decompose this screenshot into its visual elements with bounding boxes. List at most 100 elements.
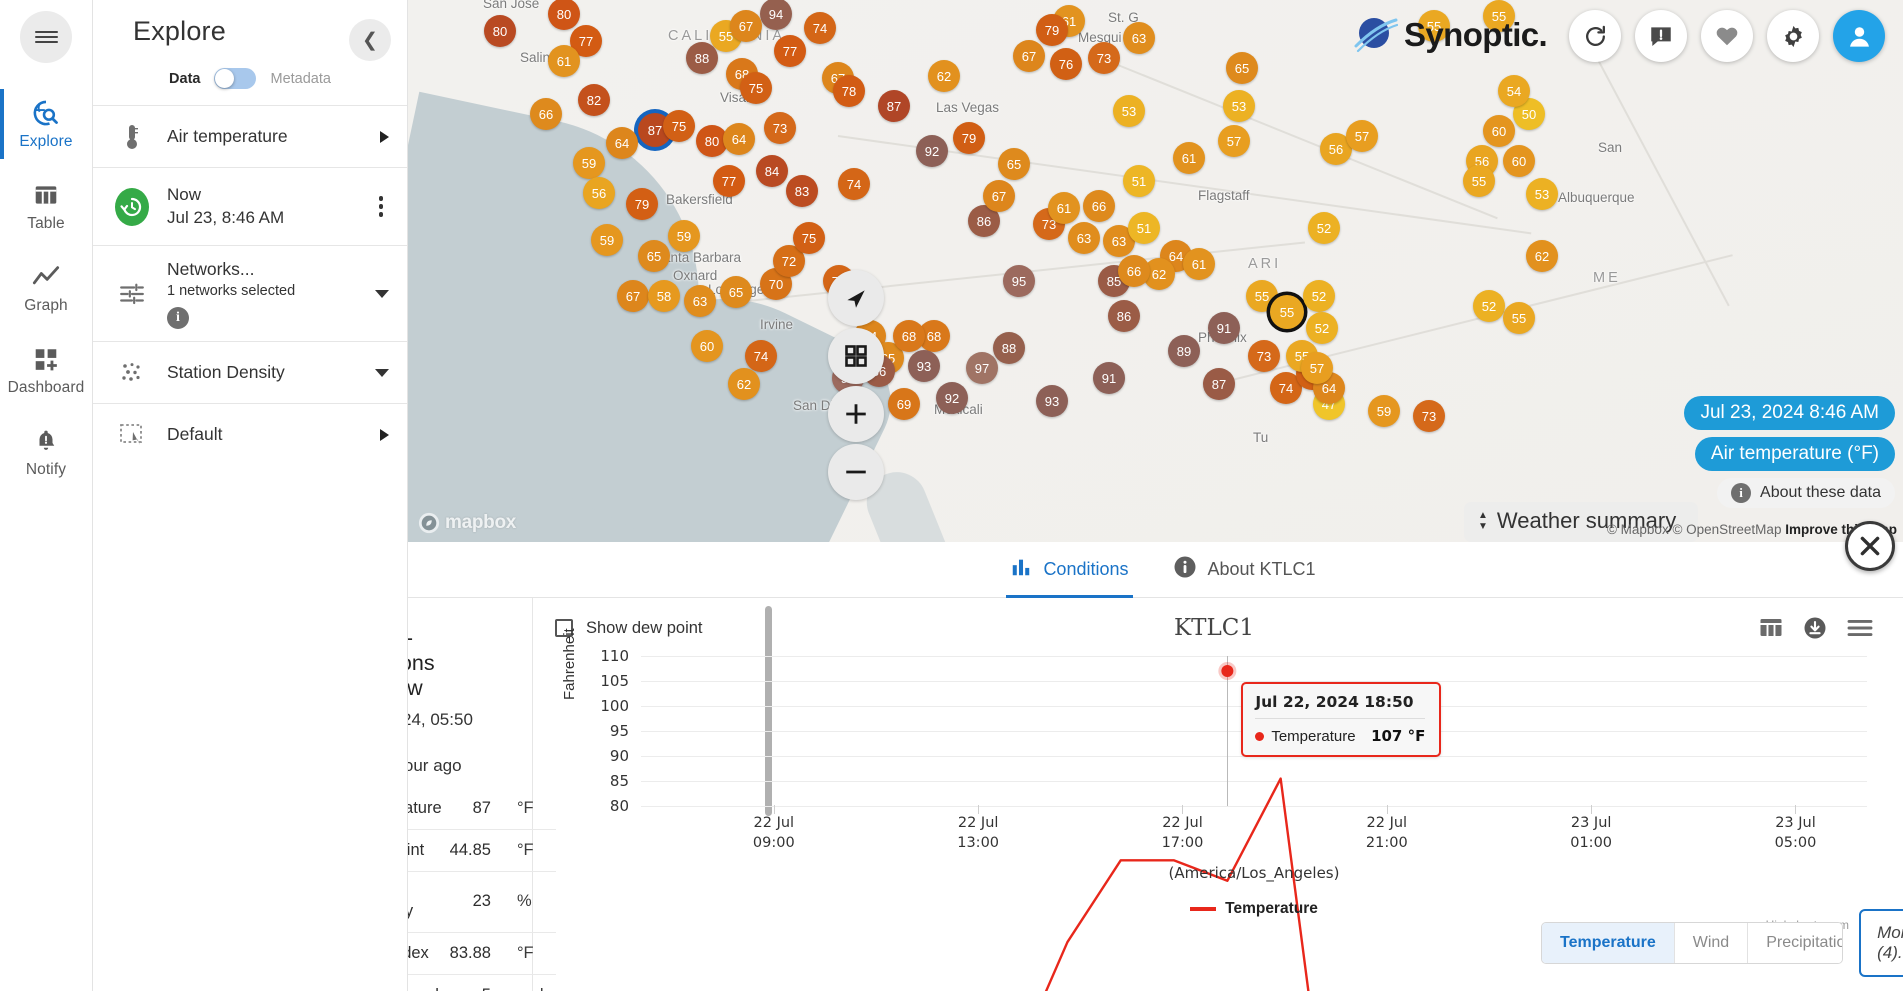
station-marker[interactable]: 69 (888, 388, 920, 420)
sidebar-item-notify[interactable]: Notify (0, 411, 92, 493)
station-marker[interactable]: 55 (1463, 165, 1495, 197)
download-icon[interactable] (1803, 616, 1827, 640)
station-marker[interactable]: 55 (1270, 295, 1304, 329)
station-marker[interactable]: 59 (668, 220, 700, 252)
param-tab-wind[interactable]: Wind (1674, 923, 1749, 963)
info-icon[interactable]: i (167, 306, 189, 329)
station-marker[interactable]: 95 (1003, 265, 1035, 297)
station-marker[interactable]: 67 (730, 10, 762, 42)
station-marker[interactable]: 65 (1226, 52, 1258, 84)
station-marker[interactable]: 88 (993, 332, 1025, 364)
station-marker[interactable]: 56 (583, 177, 615, 209)
more-parameters-button[interactable]: More (4)... (1859, 909, 1903, 977)
station-marker[interactable]: 53 (1223, 90, 1255, 122)
station-marker[interactable]: 82 (578, 84, 610, 116)
station-marker[interactable]: 60 (1483, 115, 1515, 147)
station-marker[interactable]: 63 (1123, 22, 1155, 54)
station-marker[interactable]: 73 (1248, 340, 1280, 372)
station-marker[interactable]: 75 (793, 222, 825, 254)
station-marker[interactable]: 88 (686, 42, 718, 74)
data-metadata-toggle[interactable]: Data Metadata (93, 62, 407, 105)
hamburger-menu-icon[interactable] (1847, 618, 1873, 638)
station-marker[interactable]: 57 (1346, 120, 1378, 152)
station-marker[interactable]: 73 (1088, 42, 1120, 74)
station-marker[interactable]: 93 (908, 350, 940, 382)
param-tab-temperature[interactable]: Temperature (1542, 923, 1675, 963)
feedback-icon[interactable] (1635, 10, 1687, 62)
station-marker[interactable]: 61 (1183, 248, 1215, 280)
tab-about-station[interactable]: About KTLC1 (1173, 542, 1316, 598)
sidebar-item-dashboard[interactable]: Dashboard (0, 329, 92, 411)
station-marker[interactable]: 62 (728, 368, 760, 400)
station-marker[interactable]: 66 (1118, 255, 1150, 287)
kebab-menu-icon[interactable] (373, 190, 390, 223)
station-marker[interactable]: 79 (953, 122, 985, 154)
station-marker[interactable]: 52 (1306, 312, 1338, 344)
settings-gear-icon[interactable] (1767, 10, 1819, 62)
station-marker[interactable]: 61 (1173, 142, 1205, 174)
station-marker[interactable]: 87 (1203, 368, 1235, 400)
station-marker[interactable]: 59 (591, 224, 623, 256)
sidebar-item-table[interactable]: Table (0, 165, 92, 247)
station-marker[interactable]: 64 (723, 123, 755, 155)
station-marker[interactable]: 65 (638, 240, 670, 272)
station-marker[interactable]: 93 (1036, 385, 1068, 417)
table-view-icon[interactable] (1759, 617, 1783, 639)
station-marker[interactable]: 77 (713, 165, 745, 197)
station-marker[interactable]: 63 (684, 285, 716, 317)
station-marker[interactable]: 92 (936, 382, 968, 414)
variable-badge[interactable]: Air temperature (°F) (1694, 437, 1895, 471)
station-marker[interactable]: 67 (983, 180, 1015, 212)
station-marker[interactable]: 67 (1013, 40, 1045, 72)
station-marker[interactable]: 79 (626, 188, 658, 220)
row-networks[interactable]: Networks... 1 networks selected i (93, 245, 407, 341)
station-marker[interactable]: 84 (756, 155, 788, 187)
station-marker[interactable]: 58 (648, 280, 680, 312)
station-marker[interactable]: 59 (573, 147, 605, 179)
zoom-in-icon[interactable] (828, 386, 884, 442)
station-marker[interactable]: 51 (1128, 212, 1160, 244)
station-marker[interactable]: 75 (663, 110, 695, 142)
station-marker[interactable]: 52 (1473, 290, 1505, 322)
station-marker[interactable]: 76 (1050, 48, 1082, 80)
station-marker[interactable]: 74 (838, 168, 870, 200)
row-default-selection[interactable]: Default (93, 403, 407, 465)
grid-layers-icon[interactable] (828, 328, 884, 384)
row-time-now[interactable]: Now Jul 23, 8:46 AM (93, 167, 407, 245)
station-marker[interactable]: 87 (878, 90, 910, 122)
favorites-heart-icon[interactable] (1701, 10, 1753, 62)
station-marker[interactable]: 52 (1308, 212, 1340, 244)
station-marker[interactable]: 66 (530, 98, 562, 130)
chevron-down-icon[interactable] (375, 289, 389, 298)
station-marker[interactable]: 78 (833, 75, 865, 107)
about-data-badge[interactable]: i About these data (1717, 478, 1895, 508)
station-marker[interactable]: 89 (1168, 335, 1200, 367)
station-marker[interactable]: 68 (893, 320, 925, 352)
station-marker[interactable]: 53 (1526, 178, 1558, 210)
station-marker[interactable]: 74 (745, 340, 777, 372)
station-marker[interactable]: 57 (1218, 125, 1250, 157)
param-tab-precipitation[interactable]: Precipitation (1748, 923, 1843, 963)
station-marker[interactable]: 64 (606, 127, 638, 159)
station-marker[interactable]: 62 (1526, 240, 1558, 272)
station-marker[interactable]: 52 (1303, 280, 1335, 312)
refresh-icon[interactable] (1569, 10, 1621, 62)
station-marker[interactable]: 57 (1301, 352, 1333, 384)
station-marker[interactable]: 65 (720, 276, 752, 308)
close-x-icon[interactable] (1845, 521, 1895, 571)
station-marker[interactable]: 63 (1068, 222, 1100, 254)
tab-conditions[interactable]: Conditions (1006, 542, 1133, 598)
station-marker[interactable]: 60 (1503, 145, 1535, 177)
hamburger-menu-button[interactable] (20, 11, 72, 63)
sidebar-item-explore[interactable]: Explore (0, 83, 92, 165)
station-marker[interactable]: 60 (691, 330, 723, 362)
station-marker[interactable]: 61 (548, 45, 580, 77)
station-marker[interactable]: 59 (1368, 395, 1400, 427)
row-air-temperature[interactable]: Air temperature (93, 105, 407, 167)
station-marker[interactable]: 61 (1048, 192, 1080, 224)
station-marker[interactable]: 91 (1093, 362, 1125, 394)
station-marker[interactable]: 53 (1113, 95, 1145, 127)
station-marker[interactable]: 73 (1413, 400, 1445, 432)
station-marker[interactable]: 73 (764, 112, 796, 144)
sidebar-item-graph[interactable]: Graph (0, 247, 92, 329)
